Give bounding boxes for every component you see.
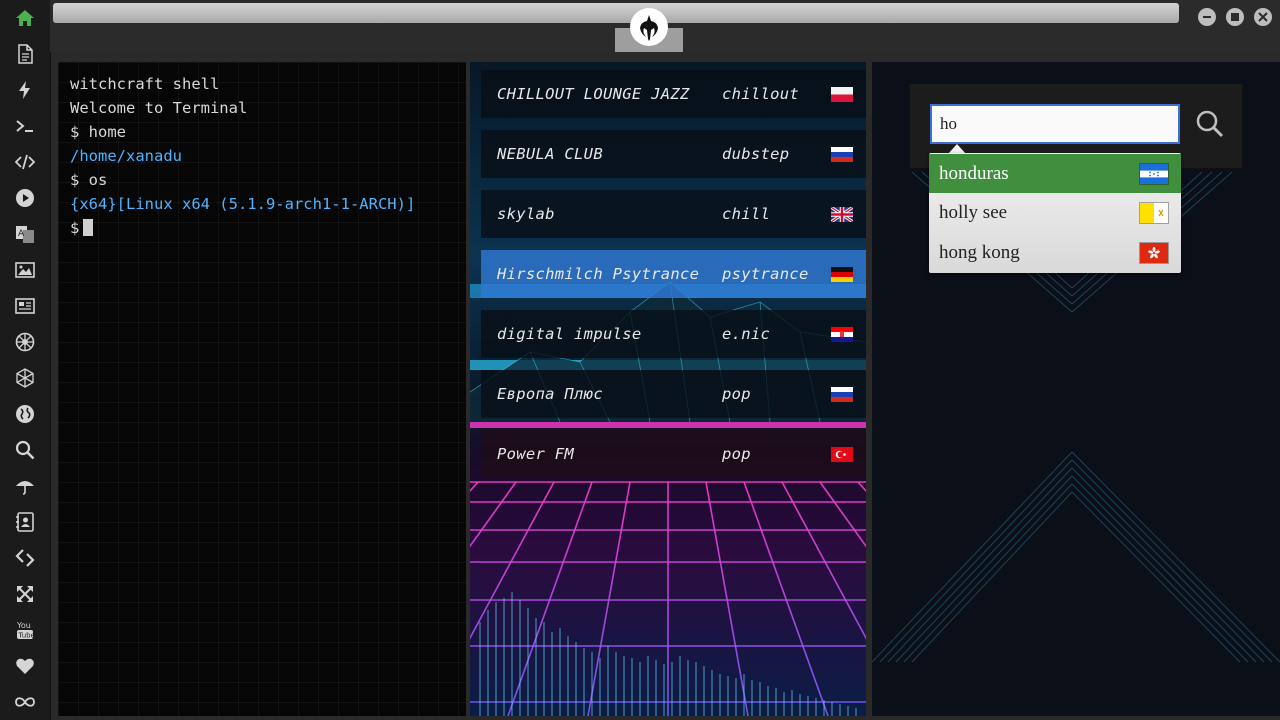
turkey-flag-icon: [831, 447, 853, 462]
minimize-icon[interactable]: [1198, 8, 1216, 26]
station-genre: psytrance: [722, 265, 809, 283]
terminal-panel[interactable]: witchcraft shell Welcome to Terminal $ h…: [58, 62, 466, 716]
suggestion-item[interactable]: holly see: [929, 193, 1181, 232]
youtube-icon[interactable]: You Tube: [12, 617, 38, 643]
terminal-line: /home/xanadu: [70, 147, 182, 165]
station-row[interactable]: Power FM pop: [481, 430, 866, 478]
station-name: Европа Плюс: [497, 385, 603, 403]
station-genre: chill: [722, 205, 771, 223]
station-row[interactable]: digital impulse e.nic: [481, 310, 866, 358]
station-row[interactable]: Европа Плюс pop: [481, 370, 866, 418]
suggestion-label: holly see: [939, 201, 1008, 223]
station-genre: e.nic: [722, 325, 771, 343]
newspaper-icon[interactable]: [12, 293, 38, 319]
document-icon[interactable]: [12, 41, 38, 67]
search-panel: honduras holly see hong kong: [872, 62, 1280, 716]
poland-flag-icon: [831, 87, 853, 102]
hong-kong-flag-icon: [1139, 242, 1169, 264]
search-icon[interactable]: [12, 437, 38, 463]
svg-text:Tube: Tube: [18, 632, 35, 640]
station-name: digital impulse: [497, 325, 642, 343]
autocomplete-dropdown: honduras holly see hong kong: [929, 153, 1181, 273]
diamond-link-icon[interactable]: [12, 545, 38, 571]
station-row-active[interactable]: Hirschmilch Psytrance psytrance: [481, 250, 866, 298]
terminal-line: $ os: [70, 171, 108, 189]
svg-text:You: You: [16, 621, 31, 630]
station-genre: pop: [722, 385, 751, 403]
suggestion-item[interactable]: hong kong: [929, 233, 1181, 272]
terminal-line: witchcraft shell: [70, 75, 220, 93]
croatia-flag-icon: [831, 327, 853, 342]
expand-icon[interactable]: [12, 581, 38, 607]
play-icon[interactable]: [12, 185, 38, 211]
station-row[interactable]: CHILLOUT LOUNGE JAZZ chillout: [481, 70, 866, 118]
suggestion-label: hong kong: [939, 241, 1020, 263]
terminal-prompt-line[interactable]: $: [70, 216, 454, 240]
svg-text:A: A: [18, 229, 25, 239]
image-icon[interactable]: [12, 257, 38, 283]
station-name: NEBULA CLUB: [497, 145, 603, 163]
station-genre: dubstep: [722, 145, 790, 163]
germany-flag-icon: [831, 267, 853, 282]
station-row[interactable]: skylab chill: [481, 190, 866, 238]
vatican-flag-icon: [1139, 202, 1169, 224]
app-sidebar: A You Tube: [0, 0, 51, 720]
infinity-icon[interactable]: [12, 689, 38, 715]
station-genre: chillout: [722, 85, 800, 103]
station-name: Power FM: [497, 445, 575, 463]
heart-icon[interactable]: [12, 653, 38, 679]
terminal-icon[interactable]: [12, 113, 38, 139]
close-icon[interactable]: [1254, 8, 1272, 26]
country-search-input[interactable]: [930, 104, 1180, 144]
umbrella-icon[interactable]: [12, 473, 38, 499]
globe-icon[interactable]: [12, 401, 38, 427]
station-name: skylab: [497, 205, 555, 223]
station-genre: pop: [722, 445, 751, 463]
home-icon[interactable]: [12, 5, 38, 31]
terminal-cursor: [83, 219, 94, 236]
hexagon-icon[interactable]: [12, 365, 38, 391]
maximize-icon[interactable]: [1226, 8, 1244, 26]
station-name: Hirschmilch Psytrance: [497, 265, 700, 283]
terminal-line: {x64}[Linux x64 (5.1.9-arch1-1-ARCH)]: [70, 195, 416, 213]
rebel-alliance-icon[interactable]: [630, 8, 668, 46]
lightning-icon[interactable]: [12, 77, 38, 103]
terminal-prompt: $: [70, 219, 80, 237]
russia-flag-icon: [831, 147, 853, 162]
terminal-line: Welcome to Terminal: [70, 99, 248, 117]
radio-station-panel: CHILLOUT LOUNGE JAZZ chillout NEBULA CLU…: [470, 62, 866, 716]
address-strip[interactable]: [53, 3, 1179, 23]
station-name: CHILLOUT LOUNGE JAZZ: [497, 85, 690, 103]
code-icon[interactable]: [12, 149, 38, 175]
suggestion-item[interactable]: honduras: [929, 154, 1181, 193]
search-icon[interactable]: [1192, 106, 1228, 142]
suggestion-label: honduras: [939, 162, 1009, 184]
honduras-flag-icon: [1139, 163, 1169, 185]
uk-flag-icon: [831, 207, 853, 222]
station-row[interactable]: NEBULA CLUB dubstep: [481, 130, 866, 178]
russia-flag-icon: [831, 387, 853, 402]
translate-icon[interactable]: A: [12, 221, 38, 247]
empire-icon[interactable]: [12, 329, 38, 355]
address-book-icon[interactable]: [12, 509, 38, 535]
window-titlebar[interactable]: [50, 0, 1280, 52]
terminal-line: $ home: [70, 123, 126, 141]
